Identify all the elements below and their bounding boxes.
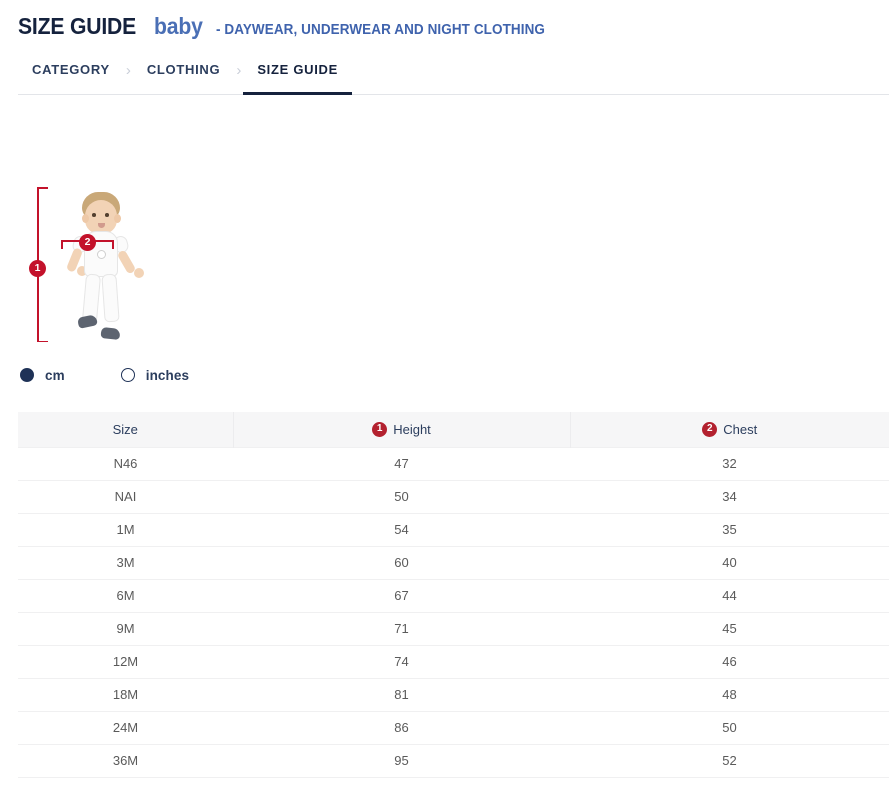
cell-chest: 50: [570, 711, 889, 744]
table-row: 1M 54 35: [18, 513, 889, 546]
cell-size: 24M: [18, 711, 233, 744]
baby-illustration: [56, 192, 156, 344]
table-row: 3M 60 40: [18, 546, 889, 579]
cell-height: 74: [233, 645, 570, 678]
table-row: 36M 95 52: [18, 744, 889, 777]
chest-line-tick-right: [112, 240, 114, 249]
cell-height: 95: [233, 744, 570, 777]
cell-height: 47: [233, 447, 570, 480]
size-guide-table: Size 1 Height 2 Chest N46 47 32: [18, 412, 889, 778]
cell-chest: 48: [570, 678, 889, 711]
cell-height: 67: [233, 579, 570, 612]
chest-line-tick-left: [61, 240, 63, 249]
cell-chest: 45: [570, 612, 889, 645]
page-title-category: baby: [154, 13, 203, 40]
breadcrumb: CATEGORY › CLOTHING › SIZE GUIDE: [0, 53, 889, 87]
cell-height: 50: [233, 480, 570, 513]
cell-chest: 35: [570, 513, 889, 546]
cell-height: 71: [233, 612, 570, 645]
page-title: SIZE GUIDE baby - DAYWEAR, UNDERWEAR AND…: [18, 13, 889, 40]
page-title-tagline: - DAYWEAR, UNDERWEAR AND NIGHT CLOTHING: [216, 22, 545, 38]
cell-size: N46: [18, 447, 233, 480]
page-header: SIZE GUIDE baby - DAYWEAR, UNDERWEAR AND…: [0, 0, 889, 40]
cell-chest: 40: [570, 546, 889, 579]
column-header-size-label: Size: [113, 422, 138, 437]
height-badge-icon: 1: [372, 422, 387, 437]
cell-height: 81: [233, 678, 570, 711]
cell-height: 54: [233, 513, 570, 546]
column-header-chest: 2 Chest: [570, 412, 889, 447]
cell-chest: 52: [570, 744, 889, 777]
height-line-cap-bottom: [37, 341, 48, 343]
breadcrumb-item-clothing[interactable]: CLOTHING: [133, 53, 234, 87]
table-row: 9M 71 45: [18, 612, 889, 645]
table-row: 18M 81 48: [18, 678, 889, 711]
cell-size: 18M: [18, 678, 233, 711]
measurement-marker-1: 1: [29, 260, 46, 277]
cell-chest: 34: [570, 480, 889, 513]
header-divider: [18, 94, 889, 95]
unit-option-inches[interactable]: inches: [121, 368, 189, 383]
column-header-height: 1 Height: [233, 412, 570, 447]
chest-badge-icon: 2: [702, 422, 717, 437]
table-row: N46 47 32: [18, 447, 889, 480]
table-header-row: Size 1 Height 2 Chest: [18, 412, 889, 447]
unit-selector: cm inches: [0, 364, 889, 386]
cell-size: 9M: [18, 612, 233, 645]
cell-size: NAI: [18, 480, 233, 513]
column-header-size: Size: [18, 412, 233, 447]
cell-height: 60: [233, 546, 570, 579]
chevron-right-icon: ›: [124, 62, 133, 79]
page-title-main: SIZE GUIDE: [18, 13, 136, 40]
cell-chest: 46: [570, 645, 889, 678]
cell-size: 12M: [18, 645, 233, 678]
column-header-height-label: Height: [393, 422, 431, 437]
height-line-cap-top: [37, 187, 48, 189]
table-row: 24M 86 50: [18, 711, 889, 744]
chevron-right-icon: ›: [234, 62, 243, 79]
column-header-chest-label: Chest: [723, 422, 757, 437]
unit-option-cm[interactable]: cm: [20, 368, 65, 383]
cell-size: 6M: [18, 579, 233, 612]
breadcrumb-item-category[interactable]: CATEGORY: [18, 53, 124, 87]
table-row: 12M 74 46: [18, 645, 889, 678]
radio-cm[interactable]: [20, 368, 34, 382]
table-body: N46 47 32 NAI 50 34 1M 54 35 3M 60 40 6M…: [18, 447, 889, 777]
cell-chest: 44: [570, 579, 889, 612]
table-row: NAI 50 34: [18, 480, 889, 513]
cell-chest: 32: [570, 447, 889, 480]
breadcrumb-item-size-guide[interactable]: SIZE GUIDE: [243, 53, 352, 87]
measurement-marker-2: 2: [79, 234, 96, 251]
radio-inches[interactable]: [121, 368, 135, 382]
unit-label-cm: cm: [45, 368, 65, 383]
cell-height: 86: [233, 711, 570, 744]
table-row: 6M 67 44: [18, 579, 889, 612]
cell-size: 3M: [18, 546, 233, 579]
cell-size: 1M: [18, 513, 233, 546]
cell-size: 36M: [18, 744, 233, 777]
unit-label-inches: inches: [146, 368, 189, 383]
measurement-figure: 1 2: [0, 187, 889, 352]
